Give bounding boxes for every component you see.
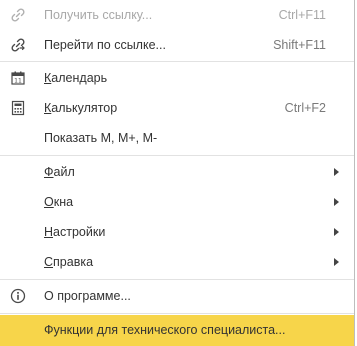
menu-item-label: Файл — [44, 165, 75, 179]
menu-item-label: Перейти по ссылке... — [44, 38, 166, 52]
svg-text:11: 11 — [14, 78, 22, 85]
menu-item-label: Получить ссылку... — [44, 8, 153, 22]
main-menu-dropdown: Получить ссылку... Ctrl+F11 Перейти по с… — [0, 0, 355, 346]
menu-item-label: Справка — [44, 255, 94, 269]
menu-item-go-to-link[interactable]: Перейти по ссылке... Shift+F11 — [0, 30, 354, 60]
menu-item-label: Показать М, М+, М- — [44, 131, 158, 145]
menu-item-label: Настройки — [44, 225, 106, 239]
menu-item-settings[interactable]: Настройки — [0, 217, 354, 247]
submenu-arrow-icon — [334, 198, 339, 206]
menu-item-label: О программе... — [44, 289, 131, 303]
menu-item-get-link[interactable]: Получить ссылку... Ctrl+F11 — [0, 0, 354, 30]
menu-item-shortcut: Ctrl+F2 — [284, 101, 326, 115]
menu-separator — [0, 61, 354, 62]
menu-item-show-memory[interactable]: Показать М, М+, М- — [0, 123, 354, 153]
info-icon — [10, 288, 26, 304]
submenu-arrow-icon — [334, 168, 339, 176]
menu-item-file[interactable]: Файл — [0, 157, 354, 187]
submenu-arrow-icon — [334, 258, 339, 266]
menu-item-help[interactable]: Справка — [0, 247, 354, 277]
link-icon — [10, 7, 26, 23]
menu-item-tech-functions[interactable]: Функции для технического специалиста... — [0, 315, 354, 346]
menu-item-label: Окна — [44, 195, 74, 209]
menu-item-calculator[interactable]: Калькулятор Ctrl+F2 — [0, 93, 354, 123]
calendar-icon: 11 — [10, 70, 26, 86]
menu-item-about[interactable]: О программе... — [0, 281, 354, 311]
menu-separator — [0, 279, 354, 280]
menu-item-label: Функции для технического специалиста... — [44, 323, 286, 337]
menu-item-shortcut: Shift+F11 — [273, 38, 326, 52]
menu-separator — [0, 155, 354, 156]
menu-item-windows[interactable]: Окна — [0, 187, 354, 217]
menu-separator — [0, 313, 354, 314]
menu-item-calendar[interactable]: 11 Календарь — [0, 63, 354, 93]
go-link-icon — [10, 37, 26, 53]
menu-item-label: Календарь — [44, 71, 108, 85]
submenu-arrow-icon — [334, 228, 339, 236]
menu-item-shortcut: Ctrl+F11 — [278, 8, 326, 22]
menu-item-label: Калькулятор — [44, 101, 118, 115]
calculator-icon — [10, 100, 26, 116]
